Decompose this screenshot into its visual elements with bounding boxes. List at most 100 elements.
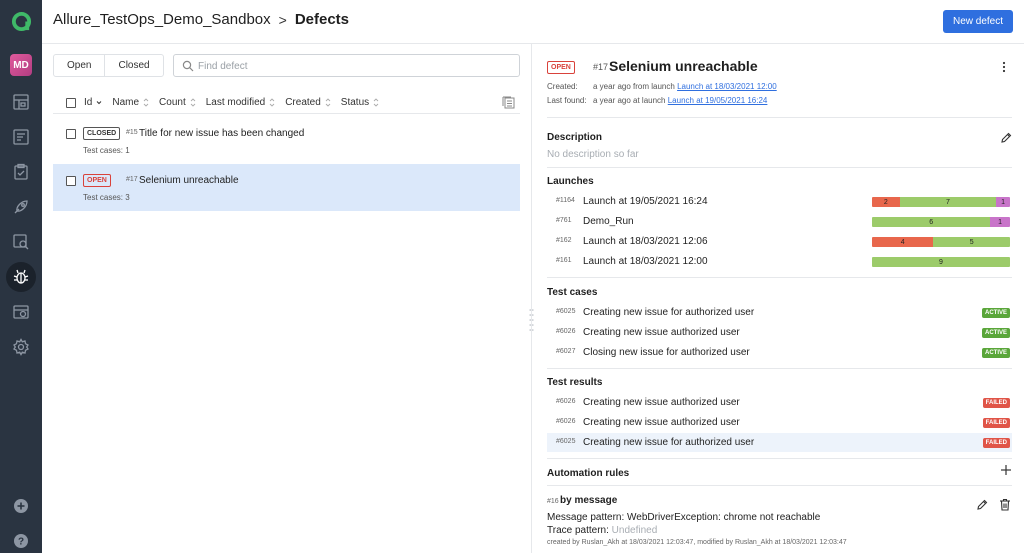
last-found-launch-link[interactable]: Launch at 19/05/2021 16:24 [668,96,768,105]
more-options-icon[interactable] [1002,61,1006,73]
test-result-name[interactable]: Creating new issue for authorized user [583,437,754,448]
test-case-status-badge: ACTIVE [981,348,1010,358]
status-badge: OPEN [83,174,111,187]
launch-name[interactable]: Demo_Run [583,216,634,227]
description-empty: No description so far [547,149,639,160]
svg-text:?: ? [18,537,24,548]
description-heading: Description [547,132,603,143]
help-icon[interactable]: ? [11,531,31,551]
column-settings-icon[interactable] [502,96,515,109]
column-name-label: Name [112,97,140,108]
launch-result-segment: 2 [872,197,900,207]
launch-name[interactable]: Launch at 18/03/2021 12:00 [583,256,708,267]
edit-rule-icon[interactable] [976,499,988,511]
launch-name[interactable]: Launch at 19/05/2021 16:24 [583,196,708,207]
test-case-id: #6025 [556,308,576,315]
jobs-icon[interactable] [11,197,31,217]
status-badge: OPEN [547,61,575,74]
launch-result-bar: 271 [872,197,1010,207]
last-found-label: Last found: [547,96,587,105]
column-created-label: Created [285,97,321,108]
test-cases-heading: Test cases [547,287,598,298]
launch-result-segment: 1 [996,197,1010,207]
launches-icon[interactable] [11,127,31,147]
defect-title: Selenium unreachable [609,58,758,74]
launch-result-segment: 5 [933,237,1010,247]
column-count-label: Count [159,97,186,108]
allure-logo-icon[interactable] [11,11,32,32]
breadcrumb-separator: > [278,11,287,28]
search-box [173,54,520,77]
analytics-icon[interactable] [11,232,31,252]
new-defect-button[interactable]: New defect [942,10,1013,33]
column-name[interactable]: Name [112,97,149,108]
launch-id: #761 [556,217,572,224]
column-count[interactable]: Count [159,97,196,108]
column-last-modified-label: Last modified [205,97,266,108]
test-result-status-badge: FAILED [982,418,1010,428]
table-row[interactable]: OPEN #17 Selenium unreachable Test cases… [53,164,520,211]
add-rule-icon[interactable] [1000,464,1012,476]
defects-list-panel: Open Closed Id Name Count Last modified … [42,44,531,553]
row-checkbox[interactable] [66,176,76,186]
launch-name[interactable]: Launch at 18/03/2021 12:06 [583,236,708,247]
rule-trace-pattern: Trace pattern: Undefined [547,525,657,536]
test-case-name[interactable]: Creating new issue for authorized user [583,307,754,318]
defects-icon[interactable] [11,267,31,287]
add-icon[interactable] [11,496,31,516]
search-input[interactable] [198,58,508,74]
test-case-name[interactable]: Closing new issue for authorized user [583,347,750,358]
column-id[interactable]: Id [84,97,102,108]
delete-rule-icon[interactable] [999,498,1011,511]
avatar[interactable]: MD [10,54,32,76]
defect-title: Title for new issue has been changed [139,128,305,139]
column-created[interactable]: Created [285,97,331,108]
launch-result-bar: 61 [872,217,1010,227]
sort-icon [373,98,379,107]
launches-heading: Launches [547,176,594,187]
trace-pattern-label: Trace pattern: [547,525,609,536]
tab-closed[interactable]: Closed [104,55,162,76]
section-divider [547,368,1012,369]
created-value: a year ago from launch Launch at 18/03/2… [593,82,777,91]
edit-description-icon[interactable] [1000,132,1012,144]
test-case-name[interactable]: Creating new issue authorized user [583,327,740,338]
section-divider [547,485,1012,486]
defect-id: #17 [593,62,609,72]
status-filter-tabs: Open Closed [53,54,164,77]
search-icon [182,60,194,72]
test-result-name[interactable]: Creating new issue authorized user [583,417,740,428]
dashboard-icon[interactable] [11,92,31,112]
defect-details-panel: OPEN #17 Selenium unreachable Created: a… [532,44,1024,553]
defect-id: #17 [126,176,138,183]
sort-icon [190,98,196,107]
test-cases-icon[interactable] [11,162,31,182]
page-title: Defects [294,11,350,28]
test-result-status-badge: FAILED [982,398,1010,408]
launch-id: #162 [556,237,572,244]
launch-id: #1164 [556,197,575,204]
launch-result-segment: 6 [872,217,991,227]
created-launch-link[interactable]: Launch at 18/03/2021 12:00 [677,82,777,91]
breadcrumb: Allure_TestOps_Demo_Sandbox > Defects [53,11,349,28]
select-all-checkbox[interactable] [66,97,76,108]
table-row[interactable]: CLOSED #15 Title for new issue has been … [53,117,520,164]
test-case-id: #6026 [556,328,576,335]
settings-icon[interactable] [11,337,31,357]
table-header: Id Name Count Last modified Created Stat… [53,92,520,114]
sort-desc-icon [96,101,102,105]
launch-result-segment: 4 [872,237,934,247]
breadcrumb-project[interactable]: Allure_TestOps_Demo_Sandbox [53,11,271,28]
section-divider [547,117,1012,118]
created-label: Created: [547,82,578,91]
column-last-modified[interactable]: Last modified [206,97,275,108]
tab-open[interactable]: Open [54,55,104,76]
column-status-label: Status [340,97,370,108]
launch-result-bar: 45 [872,237,1010,247]
test-result-name[interactable]: Creating new issue authorized user [583,397,740,408]
sort-icon [325,98,331,107]
row-checkbox[interactable] [66,129,76,139]
column-status[interactable]: Status [341,97,379,108]
last-found-text: a year ago at launch [593,96,666,105]
environments-icon[interactable] [11,302,31,322]
